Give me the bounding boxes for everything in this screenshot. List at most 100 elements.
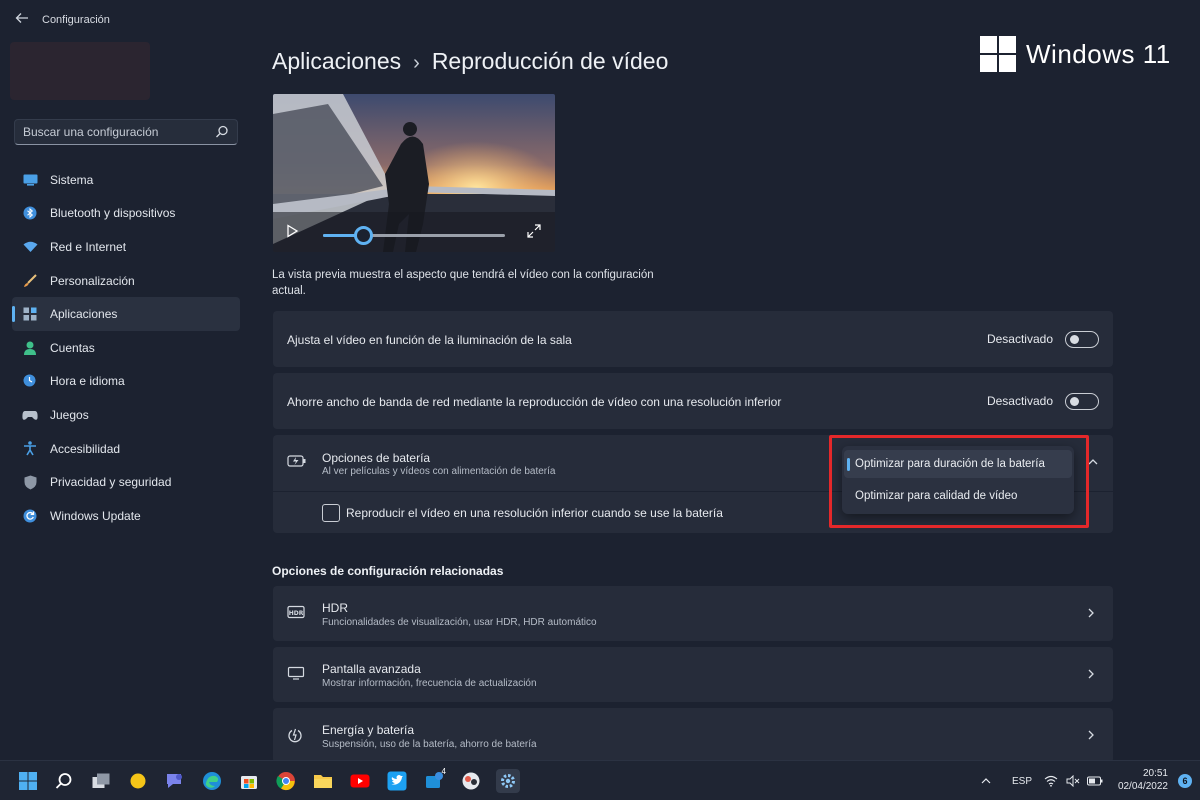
windows-11-watermark: Windows 11 [980, 36, 1171, 72]
sidebar-item-personalizacion[interactable]: Personalización [12, 264, 240, 298]
chevron-right-icon [1085, 667, 1097, 685]
language-indicator[interactable]: ESP [1012, 761, 1032, 800]
sidebar-item-bluetooth[interactable]: Bluetooth y dispositivos [12, 197, 240, 231]
sidebar-item-accesibilidad[interactable]: Accesibilidad [12, 432, 240, 466]
bluetooth-icon [22, 205, 38, 221]
file-explorer-icon[interactable] [311, 769, 335, 793]
search-icon[interactable] [52, 769, 76, 793]
edge-icon[interactable] [200, 769, 224, 793]
sidebar-item-label: Hora e idioma [50, 374, 125, 389]
youtube-icon[interactable] [348, 769, 372, 793]
shield-icon [22, 474, 38, 490]
notification-badge[interactable]: 6 [1178, 774, 1192, 788]
microsoft-store-icon[interactable] [237, 769, 261, 793]
volume-muted-icon[interactable] [1066, 761, 1080, 800]
power-icon [287, 727, 303, 748]
watermark-text: Windows 11 [1026, 38, 1171, 69]
chevron-up-icon[interactable] [980, 761, 992, 800]
battery-title: Opciones de batería [322, 451, 431, 465]
lighting-toggle[interactable] [1065, 330, 1099, 348]
sidebar-item-label: Privacidad y seguridad [50, 475, 172, 490]
lighting-toggle-group: Desactivado [987, 311, 1099, 367]
windows-logo-icon [980, 36, 1016, 72]
related-subtitle: Suspensión, uso de la batería, ahorro de… [322, 739, 537, 750]
store-badge-count: 4 [441, 767, 446, 776]
bandwidth-state: Desactivado [986, 394, 1053, 408]
task-view-icon[interactable] [89, 769, 113, 793]
hdr-icon: HDR [287, 605, 305, 624]
sidebar-item-windows-update[interactable]: Windows Update [12, 499, 240, 533]
clock-date: 02/04/2022 [1117, 781, 1168, 792]
annotation-highlight-box [829, 435, 1089, 528]
fullscreen-icon[interactable] [527, 224, 541, 238]
sidebar-item-label: Sistema [50, 172, 94, 187]
widgets-icon[interactable] [126, 769, 150, 793]
play-icon[interactable] [285, 224, 299, 238]
sidebar-item-juegos[interactable]: Juegos [12, 398, 240, 432]
sidebar-item-cuentas[interactable]: Cuentas [12, 331, 240, 365]
sidebar-nav: Sistema Bluetooth y dispositivos Red e I… [12, 163, 240, 533]
clock-time: 20:51 [1142, 768, 1168, 779]
photos-app-icon[interactable] [459, 769, 483, 793]
settings-gear-icon[interactable] [496, 769, 520, 793]
related-section-title: Opciones de configuración relacionadas [272, 564, 504, 578]
account-icon [22, 340, 38, 356]
related-subtitle: Mostrar información, frecuencia de actua… [322, 678, 537, 689]
teams-chat-icon[interactable] [163, 769, 187, 793]
lighting-state: Desactivado [986, 332, 1053, 346]
gamepad-icon [22, 407, 38, 423]
video-scrubber[interactable] [323, 226, 505, 245]
title-bar: Configuración [0, 0, 1200, 40]
search-icon[interactable] [215, 125, 229, 139]
sidebar-item-privacidad[interactable]: Privacidad y seguridad [12, 465, 240, 499]
breadcrumb-separator: › [413, 52, 420, 74]
sidebar-item-red[interactable]: Red e Internet [12, 230, 240, 264]
network-icon [22, 239, 38, 255]
start-icon[interactable] [16, 769, 40, 793]
chevron-right-icon [1085, 728, 1097, 746]
svg-text:HDR: HDR [289, 610, 304, 617]
sidebar-item-label: Personalización [50, 273, 135, 288]
battery-icon[interactable] [1087, 761, 1103, 800]
sidebar-item-label: Cuentas [50, 340, 95, 355]
sidebar-item-label: Accesibilidad [50, 441, 121, 456]
account-avatar[interactable] [10, 42, 150, 100]
search-input[interactable] [15, 120, 211, 144]
sidebar-item-label: Juegos [50, 407, 89, 422]
bandwidth-toggle-group: Desactivado [987, 373, 1099, 429]
breadcrumb: Aplicaciones › Reproducción de vídeo [272, 48, 668, 75]
related-item-power-battery[interactable]: Energía y batería Suspensión, uso de la … [273, 708, 1113, 763]
system-icon [22, 172, 38, 188]
sidebar-item-label: Aplicaciones [50, 307, 118, 322]
related-item-advanced-display[interactable]: Pantalla avanzada Mostrar información, f… [273, 647, 1113, 702]
video-frame-image [273, 94, 555, 252]
video-preview[interactable] [273, 94, 555, 252]
low-resolution-checkbox[interactable] [322, 504, 340, 522]
sidebar-item-hora[interactable]: Hora e idioma [12, 365, 240, 399]
bandwidth-toggle[interactable] [1065, 392, 1099, 410]
back-arrow-icon[interactable] [12, 10, 32, 30]
preview-description: La vista previa muestra el aspecto que t… [272, 269, 654, 297]
accessibility-icon [22, 441, 38, 457]
related-subtitle: Funcionalidades de visualización, usar H… [322, 617, 597, 628]
chevron-right-icon [1085, 606, 1097, 624]
breadcrumb-parent[interactable]: Aplicaciones [272, 48, 401, 74]
sidebar-item-label: Red e Internet [50, 239, 127, 254]
app-title: Configuración [42, 14, 110, 26]
sidebar-item-label: Windows Update [50, 508, 141, 523]
store-badge-icon[interactable]: 4 [422, 767, 446, 793]
twitter-icon[interactable] [385, 769, 409, 793]
setting-bandwidth: Ahorre ancho de banda de red mediante la… [273, 373, 1113, 429]
related-item-hdr[interactable]: HDR HDR Funcionalidades de visualización… [273, 586, 1113, 641]
sidebar-item-aplicaciones[interactable]: Aplicaciones [12, 297, 240, 331]
globe-clock-icon [22, 373, 38, 389]
wifi-icon[interactable] [1044, 761, 1058, 800]
system-clock[interactable]: 20:51 02/04/2022 [1118, 767, 1168, 793]
chrome-icon[interactable] [274, 769, 298, 793]
monitor-icon [287, 666, 305, 685]
search-box[interactable] [14, 119, 238, 145]
scrubber-thumb[interactable] [354, 226, 374, 245]
sidebar-item-sistema[interactable]: Sistema [12, 163, 240, 197]
bandwidth-label: Ahorre ancho de banda de red mediante la… [287, 395, 782, 409]
lighting-label: Ajusta el vídeo en función de la ilumina… [287, 333, 572, 347]
